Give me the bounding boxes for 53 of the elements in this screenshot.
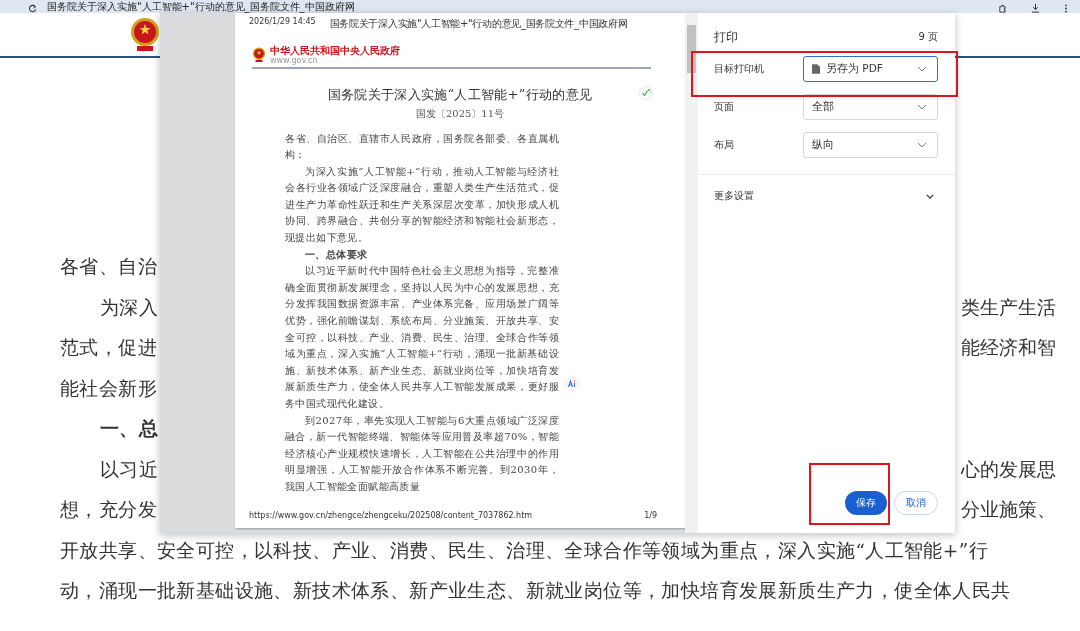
site-url: www.gov.cn [270,56,319,65]
print-header-title: 国务院关于深入实施"人工智能+"行动的意见_国务院文件_中国政府网 [329,17,628,31]
document-number: 国发〔2025〕11号 [414,106,506,121]
page-title: 国务院关于深入实施"人工智能+"行动的意见_国务院文件_中国政府网 [47,0,355,13]
site-name: 中华人民共和国中央人民政府 [270,45,400,56]
emblem-icon [252,47,266,63]
dropdown[interactable]: 全部 [803,94,938,120]
section-heading: 一、总体要求 [304,247,369,262]
paragraph-text: 能经济和智 [961,336,1056,360]
setting-label: 布局 [714,138,734,152]
paragraph-text: 范式，促进 [60,336,157,360]
dialog-title: 打印 [714,29,738,45]
paragraph-text: 类生产生活 [961,295,1056,320]
paragraph-text: 想，充分发 [60,498,157,522]
save-button[interactable]: 保存 [845,491,887,515]
more-settings-row[interactable]: 更多设置 [714,189,938,203]
cancel-button[interactable]: 取消 [894,491,938,515]
more-settings-label: 更多设置 [714,189,754,203]
setting-label: 页面 [714,100,734,114]
chevron-down-icon [926,193,934,199]
download-icon[interactable] [1031,4,1040,13]
paragraph-text: 为深入实施“人工智能+”行动，推动人工智能与经济社会各行业各领域广泛深度融合，重塑人类生产生活范式，促进生产力革命性跃迁和生产关系深层次变革，加快形成人机协同、跨界融合、共创分享的智能经济和智能社会新形态，现提出如下意见。 [285,164,559,246]
scrollbar[interactable] [685,13,698,533]
paragraph-text: 开放共享、安全可控，以科技、产业、消费、民生、治理、全球合作等领域为重点，深入实施“人工智能+”行 [60,538,989,563]
page-count: 9 页 [918,30,938,44]
paragraph-text: 各省、自治区、直辖市人民政府，国务院各部委、各直属机构： [285,131,559,163]
paragraph-text: 心的发展思 [961,457,1056,482]
page-number: 1/9 [644,511,657,520]
paragraph-text: 各省、自治 [60,255,157,279]
paragraph-text: 以习近 [100,457,159,482]
document-title: 国务院关于深入实施“人工智能+”行动的意见 [326,85,594,104]
page-url: https://www.gov.cn/zhengce/zhengceku/202508/content_7037862.htm [249,511,533,520]
paragraph-text: 到2027年，率先实现人工智能与6大重点领域广泛深度融合，新一代智能终端、智能体等应用普及率超70%，智能经济核心产业规模快速增长，人工智能在公共治理中的作用明显增强，人工智能开放合作体系不断完善。到2030年，我国人工智能全面赋能高质量 [285,413,559,494]
more-icon[interactable] [1064,4,1068,13]
dropdown[interactable]: 纵向 [803,132,938,158]
chevron-down-icon [917,104,927,110]
chevron-down-icon [917,142,927,148]
emblem-icon [129,16,161,53]
puzzle-icon[interactable] [998,4,1007,13]
dropdown[interactable]: 另存为 PDF [803,56,938,82]
print-date: 2026/1/29 14:45 [249,17,316,28]
paragraph-text: 为深入 [100,295,159,320]
paragraph-text: 以习近平新时代中国特色社会主义思想为指导，完整准确全面贯彻新发展理念，坚持以人民为中心的发展思想，充分发挥我国数据资源丰富、产业体系完备、应用场景广阔等优势，强化前瞻谋划、系统布局、分业施策、开放共享、安全可控，以科技、产业、消费、民生、治理、全球合作等领域为重点，深入实施“人工智能+”行动，涌现一批新基础设施、新技术体系、新产业生态、新就业岗位等，加快培育发展新质生产力，使全体人民共享人工智能发展成果，更好服务中国式现代化建设。 [285,264,559,411]
refresh-icon[interactable] [28,4,37,13]
document-icon [812,64,820,74]
ai-icon[interactable] [565,376,579,391]
setting-label: 目标打印机 [714,62,764,76]
chevron-down-icon [917,66,927,72]
scrollbar-thumb[interactable] [687,25,696,73]
paragraph-text: 分业施策、 [961,498,1056,522]
paragraph-text: 一、总 [100,417,159,441]
paragraph-text: 动，涌现一批新基础设施、新技术体系、新产业生态、新就业岗位等，加快培育发展新质生产力，使全体人民共 [60,579,1011,603]
paragraph-text: 能社会新形 [60,376,157,401]
